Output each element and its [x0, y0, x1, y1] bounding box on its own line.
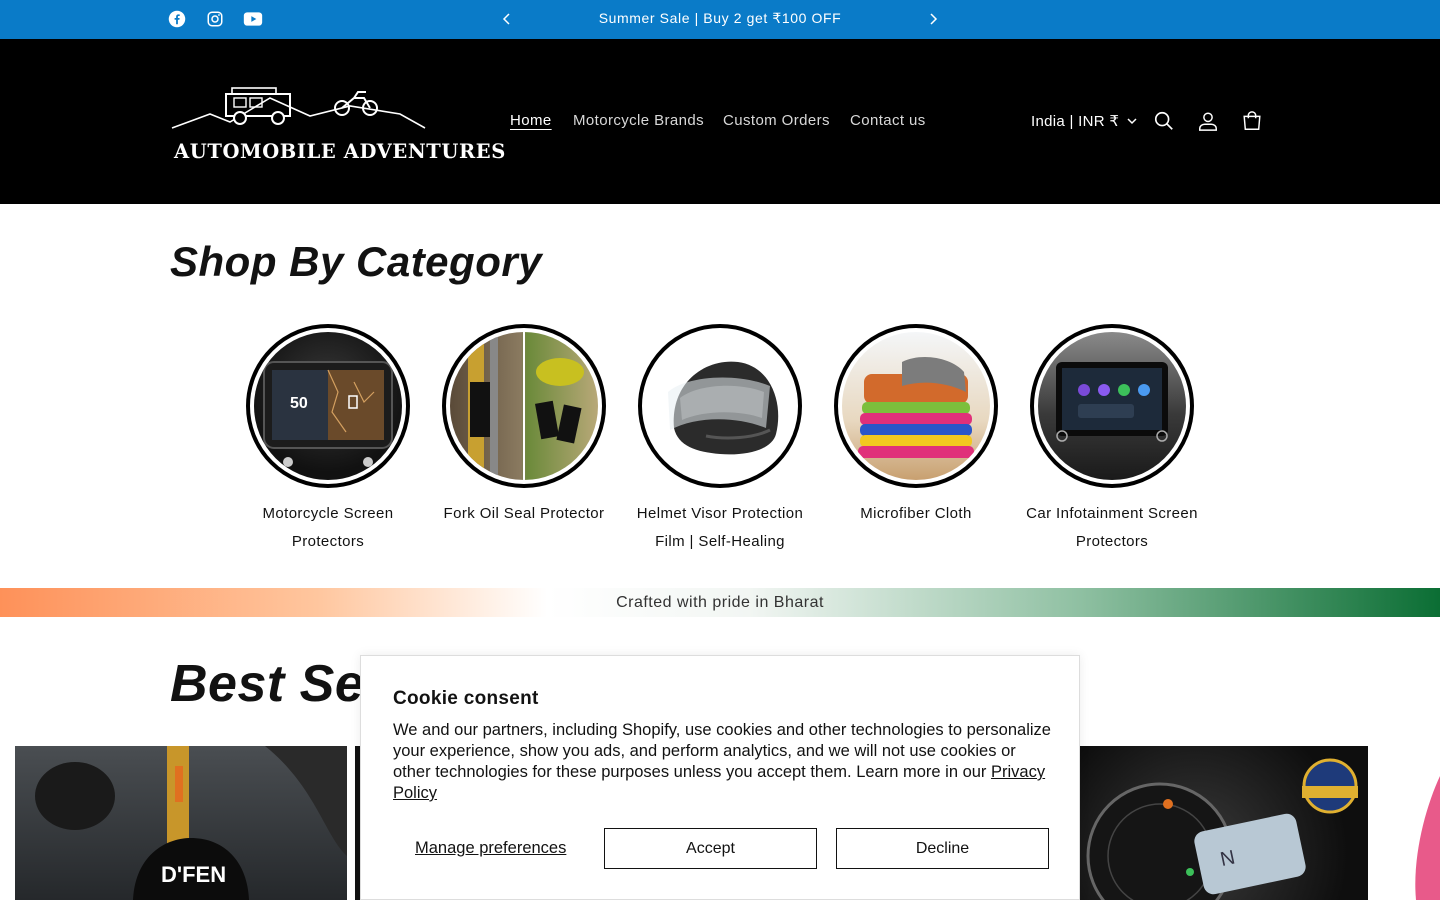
announcement-prev-icon[interactable] [497, 10, 517, 28]
product-card-image[interactable]: D'FEN [15, 746, 347, 900]
youtube-icon[interactable] [243, 9, 263, 29]
announcement-text: Summer Sale | Buy 2 get ₹100 OFF [598, 10, 842, 26]
instagram-icon[interactable] [205, 9, 225, 29]
logo-mountain-icon [171, 87, 426, 129]
nav-contact-us[interactable]: Contact us [850, 112, 926, 129]
category-label[interactable]: Helmet Visor Protection Film | Self-Heal… [622, 500, 818, 556]
nav-motorcycle-brands[interactable]: Motorcycle Brands [573, 112, 704, 129]
category-item[interactable]: Microfiber Cloth [818, 324, 1014, 528]
product-card-image[interactable] [1376, 746, 1440, 900]
nav-custom-orders[interactable]: Custom Orders [723, 112, 830, 129]
category-item[interactable]: 50 Motorcycle Screen Protectors [230, 324, 426, 556]
cookie-consent-dialog: Cookie consent We and our partners, incl… [360, 655, 1080, 900]
cart-icon[interactable] [1240, 109, 1264, 133]
facebook-icon[interactable] [167, 9, 187, 29]
category-item[interactable]: Fork Oil Seal Protector [426, 324, 622, 528]
category-label[interactable]: Motorcycle Screen Protectors [230, 500, 426, 556]
accept-button[interactable]: Accept [604, 828, 817, 869]
site-logo[interactable]: AUTOMOBILE ADVENTURES [170, 84, 505, 163]
category-label[interactable]: Fork Oil Seal Protector [426, 500, 622, 528]
category-section-title: Shop By Category [170, 238, 543, 285]
logo-text: AUTOMOBILE ADVENTURES [174, 140, 506, 163]
category-image-screen-protector[interactable]: 50 [246, 324, 410, 488]
announcement-bar: Summer Sale | Buy 2 get ₹100 OFF [0, 0, 1440, 39]
category-image-microfiber-cloth[interactable] [834, 324, 998, 488]
category-image-fork-seal[interactable] [442, 324, 606, 488]
announcement-next-icon[interactable] [923, 10, 943, 28]
decline-button[interactable]: Decline [836, 828, 1049, 869]
search-icon[interactable] [1152, 109, 1176, 133]
category-label[interactable]: Microfiber Cloth [818, 500, 1014, 528]
cookie-title: Cookie consent [393, 688, 539, 709]
fork-seal-product-image: D'FEN [35, 746, 347, 900]
country-selector-label: India | INR ₹ [1031, 113, 1120, 130]
pride-banner: Crafted with pride in Bharat [0, 588, 1440, 617]
chevron-down-icon [1127, 117, 1137, 124]
svg-text:D'FEN: D'FEN [161, 862, 226, 887]
cookie-body: We and our partners, including Shopify, … [393, 720, 1053, 804]
cookie-body-text: We and our partners, including Shopify, … [393, 721, 1051, 781]
pride-banner-text: Crafted with pride in Bharat [616, 594, 824, 611]
category-label[interactable]: Car Infotainment Screen Protectors [1014, 500, 1210, 556]
manage-preferences-link[interactable]: Manage preferences [415, 839, 566, 858]
category-item[interactable]: Car Infotainment Screen Protectors [1014, 324, 1210, 556]
category-item[interactable]: Helmet Visor Protection Film | Self-Heal… [622, 324, 818, 556]
country-selector[interactable]: India | INR ₹ [1031, 112, 1137, 130]
site-header: AUTOMOBILE ADVENTURES Home Motorcycle Br… [0, 39, 1440, 204]
product-card-image[interactable]: N [1080, 746, 1368, 900]
svg-text:50: 50 [290, 395, 308, 412]
nav-home[interactable]: Home [510, 112, 552, 129]
account-icon[interactable] [1196, 109, 1220, 133]
speedometer-product-image: N [1086, 758, 1358, 900]
category-image-helmet-visor[interactable] [638, 324, 802, 488]
category-image-car-infotainment[interactable] [1030, 324, 1194, 488]
